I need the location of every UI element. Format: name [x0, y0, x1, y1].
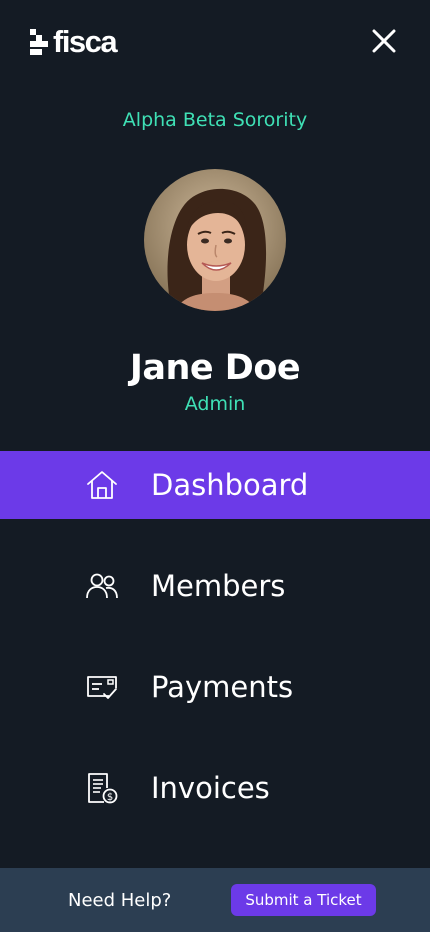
nav-item-dashboard[interactable]: Dashboard [0, 451, 430, 519]
logo-text: fisca [53, 23, 118, 59]
submit-ticket-button[interactable]: Submit a Ticket [231, 884, 376, 916]
avatar-photo [144, 169, 286, 311]
nav-label-invoices: Invoices [151, 771, 270, 805]
nav-label-dashboard: Dashboard [151, 468, 309, 502]
avatar [144, 169, 286, 311]
nav-label-payments: Payments [151, 670, 294, 704]
nav-label-members: Members [151, 569, 286, 603]
help-text: Need Help? [68, 889, 172, 911]
organization-name: Alpha Beta Sorority [122, 109, 308, 131]
help-footer: Need Help? Submit a Ticket [0, 868, 430, 932]
invoices-icon: $ [88, 773, 118, 804]
main-nav: Dashboard Members Payments $ Invoices [0, 451, 430, 855]
members-icon [86, 573, 118, 599]
home-icon [87, 471, 117, 499]
nav-item-invoices[interactable]: $ Invoices [0, 754, 430, 822]
close-icon [372, 29, 396, 53]
svg-text:$: $ [107, 792, 113, 803]
header: fisca [0, 0, 430, 84]
nav-item-payments[interactable]: Payments [0, 653, 430, 721]
user-role: Admin [184, 393, 246, 415]
payments-icon [87, 676, 117, 699]
fisca-logo-icon [30, 29, 48, 55]
navigation-drawer: fisca Alpha Beta Sorority Jane Doe Admin… [0, 0, 430, 932]
user-name: Jane Doe [129, 348, 301, 388]
nav-item-members[interactable]: Members [0, 552, 430, 620]
fisca-logo[interactable]: fisca [30, 23, 118, 59]
close-button[interactable] [370, 27, 398, 55]
